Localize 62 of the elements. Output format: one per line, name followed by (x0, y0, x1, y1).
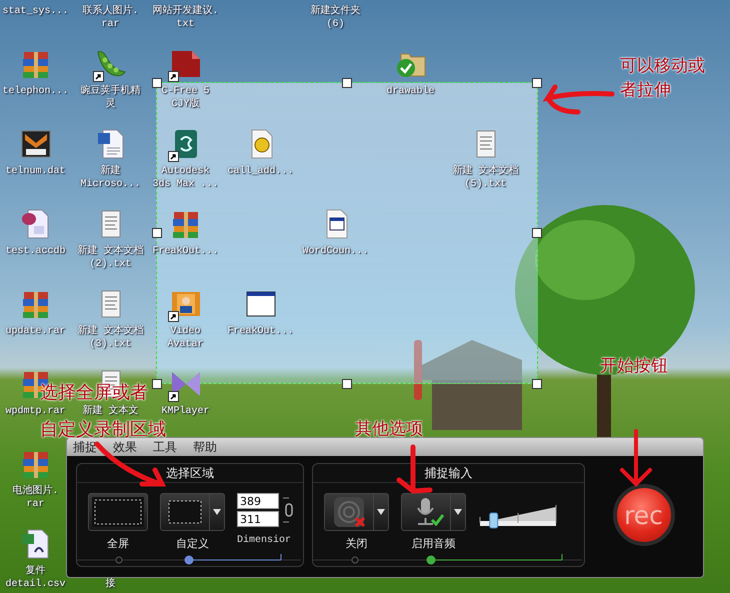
icon-label[interactable]: 复件 detail.csv (5, 565, 66, 591)
icon-label[interactable]: 网站开发建议.txt (152, 5, 218, 31)
option-label: 启用音频 (412, 536, 456, 551)
icon-label[interactable]: 联系人图片. rar (82, 5, 138, 31)
annotation-arrow (620, 429, 652, 487)
menu-item[interactable]: 效果 (113, 438, 137, 456)
resize-handle[interactable] (532, 228, 542, 238)
resize-handle[interactable] (342, 78, 352, 88)
icon-label[interactable]: 豌豆荚手机精灵 (78, 85, 144, 111)
audio-button[interactable] (401, 493, 466, 531)
webcam-icon (331, 496, 367, 528)
icon-label[interactable]: KMPlayer (161, 405, 210, 418)
option-label: 关闭 (346, 536, 368, 551)
record-button[interactable]: rec (612, 484, 674, 546)
menu-item[interactable]: 帮助 (193, 438, 217, 456)
webcam-button[interactable] (324, 493, 389, 531)
icon-label[interactable]: 新建 文本文 (82, 405, 138, 418)
resize-handle[interactable] (152, 228, 162, 238)
caret-icon (377, 509, 385, 515)
icon-label[interactable]: test.accdb (5, 245, 66, 258)
annotation-arrow (546, 84, 614, 114)
icon-label[interactable]: 新建 文本文档 (3).txt (78, 325, 144, 351)
icon-label[interactable]: 接 (106, 578, 116, 591)
annotation-text: 者拉伸 (620, 80, 671, 101)
resize-handle[interactable] (532, 78, 542, 88)
panel-title: 捕捉输入 (424, 465, 474, 482)
height-field[interactable]: 311 (237, 511, 279, 527)
resize-handle[interactable] (532, 379, 542, 389)
resize-handle[interactable] (152, 379, 162, 389)
icon-label[interactable]: Autodesk 3ds Max ... (152, 165, 218, 191)
icon-label[interactable]: 新建 文本文档 (5).txt (452, 165, 518, 191)
option-label: 自定义 (176, 536, 209, 551)
icon-label[interactable]: 新建文件夹 (6) (310, 5, 360, 31)
option-label: 全屏 (107, 536, 129, 551)
annotation-arrow (94, 442, 164, 486)
icon-label[interactable]: 新建 Microso... (80, 165, 140, 191)
resize-handle[interactable] (152, 78, 162, 88)
icon-label[interactable]: stat_sys... (2, 5, 68, 18)
width-field[interactable]: 389 (237, 493, 279, 509)
dimensions-label: Dimensior (237, 535, 292, 546)
annotation-text: 可以移动或 (620, 56, 705, 77)
custom-area-button[interactable] (160, 493, 225, 531)
icon-label[interactable]: drawable (386, 85, 434, 98)
panel-title: 选择区域 (165, 465, 215, 482)
icon-label[interactable]: update.rar (5, 325, 66, 338)
icon-label[interactable]: wpdmtp.rar (5, 405, 66, 418)
annotation-text: 其他选项 (355, 419, 423, 440)
menu-item[interactable]: 工具 (153, 438, 177, 456)
fullscreen-icon (91, 496, 145, 528)
icon-label[interactable]: C-Free 5 CJY版 (161, 85, 210, 111)
annotation-text: 选择全屏或者 (40, 382, 148, 403)
icon-label[interactable]: telnum.dat (5, 165, 66, 178)
icon-label[interactable]: 新建 文本文档 (2).txt (78, 245, 144, 271)
icon-label[interactable]: 电池图片. rar (12, 485, 58, 511)
caret-icon (454, 509, 462, 515)
icon-label[interactable]: call_add... (228, 165, 294, 178)
icon-label[interactable]: telephon... (2, 85, 68, 98)
caret-icon (213, 509, 221, 515)
menu-item[interactable]: 捕捉 (73, 438, 97, 456)
fullscreen-button[interactable] (88, 493, 148, 531)
resize-handle[interactable] (342, 379, 352, 389)
annotation-text: 自定义录制区域 (40, 419, 166, 440)
